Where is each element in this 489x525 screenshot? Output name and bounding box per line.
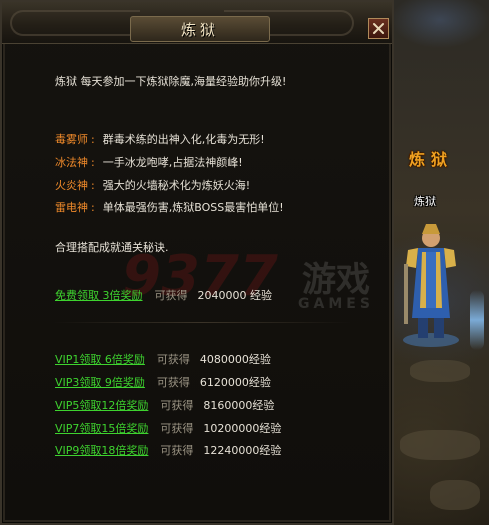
role-desc: 强大的火墙秘术化为炼妖火海! xyxy=(102,179,251,192)
reward-get-label: 可获得 xyxy=(160,399,194,412)
vip-reward-row: VIP5领取12倍奖励 可获得 8160000经验 xyxy=(55,397,274,413)
free-reward-row: 免费领取 3倍奖励 可获得 2040000 经验 xyxy=(55,287,272,303)
section-divider xyxy=(52,322,352,323)
vip-reward-row: VIP7领取15倍奖励 可获得 10200000经验 xyxy=(55,420,281,436)
role-desc: 一手冰龙咆哮,占据法神颜峰! xyxy=(102,156,243,169)
reward-get-label: 可获得 xyxy=(160,422,194,435)
title-ornament-left xyxy=(10,10,140,36)
vip1-reward-link[interactable]: VIP1领取 6倍奖励 xyxy=(55,353,145,366)
reward-get-label: 可获得 xyxy=(156,353,190,366)
role-name: 雷电神 xyxy=(55,201,88,214)
reward-amount: 4080000经验 xyxy=(199,353,271,366)
vip7-reward-link[interactable]: VIP7领取15倍奖励 xyxy=(55,422,148,435)
dialog-content: 9377 游戏 GAMES 炼狱 每天参加一下炼狱除魔,海量经验助你升级! 毒雾… xyxy=(2,44,392,523)
strategy-tip: 合理搭配成就通关秘诀. xyxy=(55,241,169,254)
reward-get-label: 可获得 xyxy=(154,289,188,302)
free-reward-link[interactable]: 免费领取 3倍奖励 xyxy=(55,289,143,302)
close-button[interactable] xyxy=(368,18,389,39)
dialog-title-bar: 炼狱 xyxy=(2,2,392,44)
vip5-reward-link[interactable]: VIP5领取12倍奖励 xyxy=(55,399,148,412)
role-name: 毒雾师 xyxy=(55,133,88,146)
reward-amount: 12240000经验 xyxy=(203,444,282,457)
reward-amount: 10200000经验 xyxy=(203,422,282,435)
reward-amount: 8160000经验 xyxy=(203,399,275,412)
lianyu-dialog: 炼狱 9377 游戏 GAMES 炼狱 每天参加一下炼狱除魔,海量经验助你升级!… xyxy=(0,0,394,525)
reward-amount: 6120000经验 xyxy=(199,376,271,389)
reward-get-label: 可获得 xyxy=(160,444,194,457)
title-plaque: 炼狱 xyxy=(130,16,270,42)
dialog-title: 炼狱 xyxy=(180,20,219,39)
role-name: 火炎神 xyxy=(55,179,88,192)
close-icon xyxy=(373,23,384,34)
role-row: 火炎神: 强大的火墙秘术化为炼妖火海! xyxy=(55,179,251,192)
npc-title-banner: 炼狱 xyxy=(408,150,453,169)
npc-character[interactable] xyxy=(396,208,466,348)
role-row: 冰法神: 一手冰龙咆哮,占据法神颜峰! xyxy=(55,156,243,169)
vip9-reward-link[interactable]: VIP9领取18倍奖励 xyxy=(55,444,148,457)
role-row: 毒雾师: 群毒术练的出神入化,化毒为无形! xyxy=(55,133,265,146)
reward-get-label: 可获得 xyxy=(156,376,190,389)
intro-text: 炼狱 每天参加一下炼狱除魔,海量经验助你升级! xyxy=(55,75,287,88)
vip-reward-row: VIP1领取 6倍奖励 可获得 4080000经验 xyxy=(55,351,271,367)
magic-sparkle xyxy=(470,290,484,350)
role-name: 冰法神 xyxy=(55,156,88,169)
vip-reward-row: VIP9领取18倍奖励 可获得 12240000经验 xyxy=(55,442,281,458)
vip3-reward-link[interactable]: VIP3领取 9倍奖励 xyxy=(55,376,145,389)
role-row: 雷电神: 单体最强伤害,炼狱BOSS最害怕单位! xyxy=(55,201,284,214)
role-desc: 单体最强伤害,炼狱BOSS最害怕单位! xyxy=(102,201,284,214)
npc-name-label: 炼狱 xyxy=(414,195,436,208)
reward-amount: 2040000 经验 xyxy=(197,289,273,302)
role-desc: 群毒术练的出神入化,化毒为无形! xyxy=(102,133,265,146)
vip-reward-row: VIP3领取 9倍奖励 可获得 6120000经验 xyxy=(55,374,271,390)
